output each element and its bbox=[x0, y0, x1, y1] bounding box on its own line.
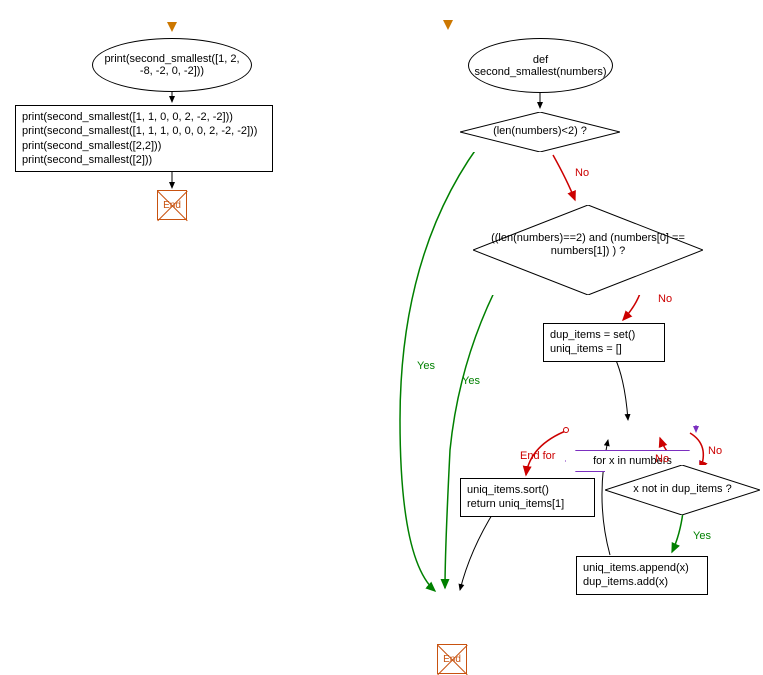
yes-label-1: Yes bbox=[417, 360, 435, 372]
end-left: End bbox=[157, 190, 187, 220]
append-line-1: uniq_items.append(x) bbox=[583, 561, 701, 575]
cond2-text: ((len(numbers)==2) and (numbers[0] == nu… bbox=[491, 232, 685, 257]
rect-sort: uniq_items.sort() return uniq_items[1] bbox=[460, 478, 595, 517]
cond3-text: x not in dup_items ? bbox=[605, 465, 760, 495]
end-right-text: End bbox=[443, 654, 461, 665]
append-line-2: dup_items.add(x) bbox=[583, 575, 701, 589]
end-left-text: End bbox=[163, 200, 181, 211]
diamond-cond1-wrap: (len(numbers)<2) ? bbox=[460, 112, 620, 152]
start-arrow-left bbox=[167, 22, 177, 32]
no-label-3: No bbox=[708, 445, 722, 457]
init-line-2: uniq_items = [] bbox=[550, 342, 658, 356]
no-label-2: No bbox=[658, 293, 672, 305]
loop-dot bbox=[563, 427, 569, 433]
diamond-cond2-wrap: ((len(numbers)==2) and (numbers[0] == nu… bbox=[473, 205, 703, 295]
end-right: End bbox=[437, 644, 467, 674]
left-start-text: print(second_smallest([1, 2, -8, -2, 0, … bbox=[97, 53, 247, 77]
no-label-4: No bbox=[655, 453, 669, 465]
yes-label-2: Yes bbox=[462, 375, 480, 387]
init-line-1: dup_items = set() bbox=[550, 328, 658, 342]
no-label-1: No bbox=[575, 167, 589, 179]
sort-line-1: uniq_items.sort() bbox=[467, 483, 588, 497]
prints-line-4: print(second_smallest([2])) bbox=[22, 153, 266, 167]
ellipse-def: def second_smallest(numbers) bbox=[468, 38, 613, 93]
rect-prints: print(second_smallest([1, 1, 0, 0, 2, -2… bbox=[15, 105, 273, 172]
start-arrow-right bbox=[443, 20, 453, 30]
sort-line-2: return uniq_items[1] bbox=[467, 497, 588, 511]
ellipse-left-start: print(second_smallest([1, 2, -8, -2, 0, … bbox=[92, 38, 252, 92]
prints-line-3: print(second_smallest([2,2])) bbox=[22, 139, 266, 153]
prints-line-2: print(second_smallest([1, 1, 1, 0, 0, 0,… bbox=[22, 124, 266, 138]
rect-init: dup_items = set() uniq_items = [] bbox=[543, 323, 665, 362]
def-text: def second_smallest(numbers) bbox=[473, 54, 608, 78]
diamond-cond3-wrap: x not in dup_items ? bbox=[605, 465, 760, 515]
prints-line-1: print(second_smallest([1, 1, 0, 0, 2, -2… bbox=[22, 110, 266, 124]
rect-append: uniq_items.append(x) dup_items.add(x) bbox=[576, 556, 708, 595]
endfor-label: End for bbox=[520, 450, 555, 462]
cond1-text: (len(numbers)<2) ? bbox=[460, 112, 620, 137]
yes-label-3: Yes bbox=[693, 530, 711, 542]
